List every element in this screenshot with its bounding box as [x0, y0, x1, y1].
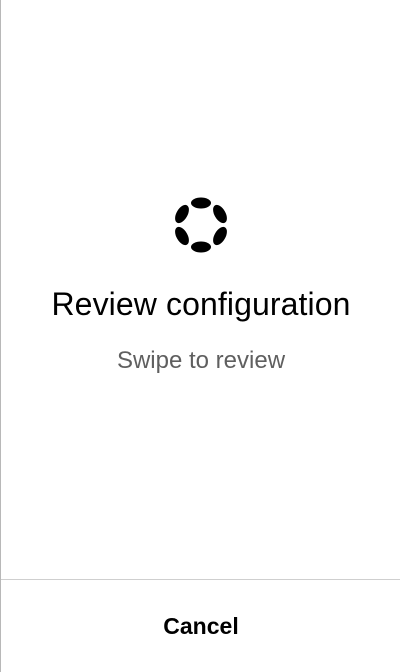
- polkadot-logo-icon: [175, 197, 227, 253]
- review-screen: Review configuration Swipe to review Can…: [0, 0, 400, 672]
- cancel-button[interactable]: Cancel: [1, 580, 400, 672]
- swipe-instruction: Swipe to review: [116, 347, 286, 374]
- page-title: Review configuration: [51, 286, 351, 322]
